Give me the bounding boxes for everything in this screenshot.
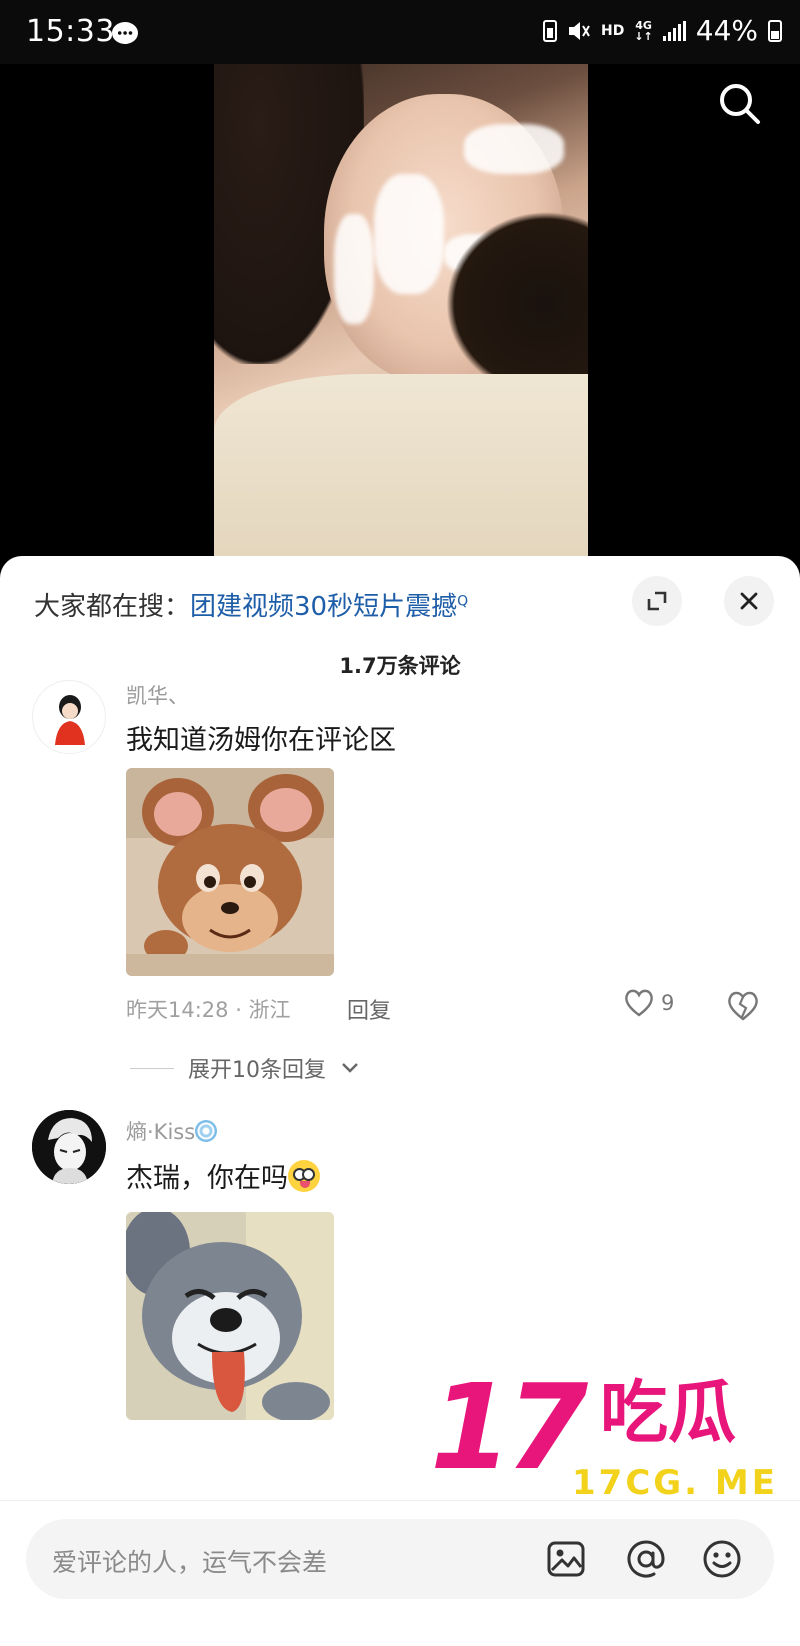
- heart-icon: [625, 989, 653, 1017]
- avatar[interactable]: [32, 1110, 106, 1184]
- emoji-icon[interactable]: [700, 1537, 744, 1581]
- hot-search-term[interactable]: 团建视频30秒短片震撼: [190, 592, 457, 622]
- watermark-logo: 17 吃瓜 17CG. ME: [430, 1368, 800, 1514]
- jerry-sticker-image: [126, 768, 334, 976]
- video-frame[interactable]: [214, 64, 588, 564]
- comment-text-content: 杰瑞，你在吗: [126, 1163, 288, 1194]
- comment-text: 我知道汤姆你在评论区: [126, 725, 396, 756]
- expand-replies-label: 展开10条回复: [188, 1058, 326, 1083]
- username-text: 熵·Kiss: [126, 1120, 196, 1144]
- network-type: 4G ↓↑: [634, 18, 653, 43]
- comment-sticker[interactable]: [126, 768, 334, 976]
- comment-sticker[interactable]: [126, 1212, 334, 1420]
- avatar[interactable]: [32, 680, 106, 754]
- hot-search-icon: Q: [457, 593, 469, 610]
- username[interactable]: 熵·Kiss: [126, 1116, 218, 1146]
- hd-label: HD: [600, 22, 625, 39]
- expand-replies-button[interactable]: 展开10条回复: [130, 1052, 360, 1084]
- video-player[interactable]: [0, 64, 800, 564]
- chevron-down-icon: [342, 1063, 358, 1073]
- comment-count: 1.7万条评论: [339, 654, 461, 678]
- watermark-site: 17CG. ME: [572, 1463, 778, 1503]
- expand-icon: [647, 591, 667, 611]
- hot-search[interactable]: 大家都在搜：团建视频30秒短片震撼Q: [34, 586, 468, 623]
- image-icon[interactable]: [544, 1537, 588, 1581]
- battery-fill: [771, 30, 779, 39]
- status-bar: 15:33 HD 4G ↓↑ 44%: [0, 0, 800, 64]
- comment-text: 杰瑞，你在吗: [126, 1156, 320, 1195]
- message-icon: [112, 22, 138, 44]
- mention-icon[interactable]: [624, 1537, 668, 1581]
- battery-saver-icon: [542, 19, 557, 42]
- tom-sticker-image: [126, 1212, 334, 1420]
- like-button[interactable]: 9: [623, 988, 674, 1018]
- expand-button[interactable]: [632, 576, 682, 626]
- tongue-emoji-icon: [288, 1160, 320, 1192]
- username[interactable]: 凯华、: [126, 680, 189, 710]
- avatar-image: [55, 695, 85, 745]
- like-count: 9: [661, 991, 675, 1015]
- swirl-badge-icon: [195, 1120, 218, 1142]
- close-icon: [740, 592, 758, 610]
- reply-button[interactable]: 回复: [347, 993, 391, 1025]
- comment-input-bar: 爱评论的人，运气不会差: [0, 1500, 800, 1646]
- status-time: 15:33: [26, 14, 115, 49]
- battery-icon: [768, 19, 782, 42]
- status-icons: HD 4G ↓↑ 44%: [542, 14, 782, 47]
- watermark-cn: 吃瓜: [600, 1374, 737, 1453]
- mute-icon: [568, 21, 590, 40]
- comment-meta: 昨天14:28 · 浙江: [126, 998, 291, 1022]
- signal-icon: [662, 20, 686, 41]
- avatar-image: [32, 1110, 106, 1184]
- input-placeholder: 爱评论的人，运气不会差: [52, 1548, 328, 1577]
- close-button[interactable]: [724, 576, 774, 626]
- hot-search-label: 大家都在搜：: [34, 592, 191, 622]
- comment-input[interactable]: 爱评论的人，运气不会差: [26, 1519, 774, 1599]
- dislike-icon[interactable]: [726, 990, 760, 1022]
- watermark-number: 17: [430, 1358, 588, 1496]
- search-icon[interactable]: [716, 80, 764, 128]
- battery-percent: 44%: [695, 14, 758, 47]
